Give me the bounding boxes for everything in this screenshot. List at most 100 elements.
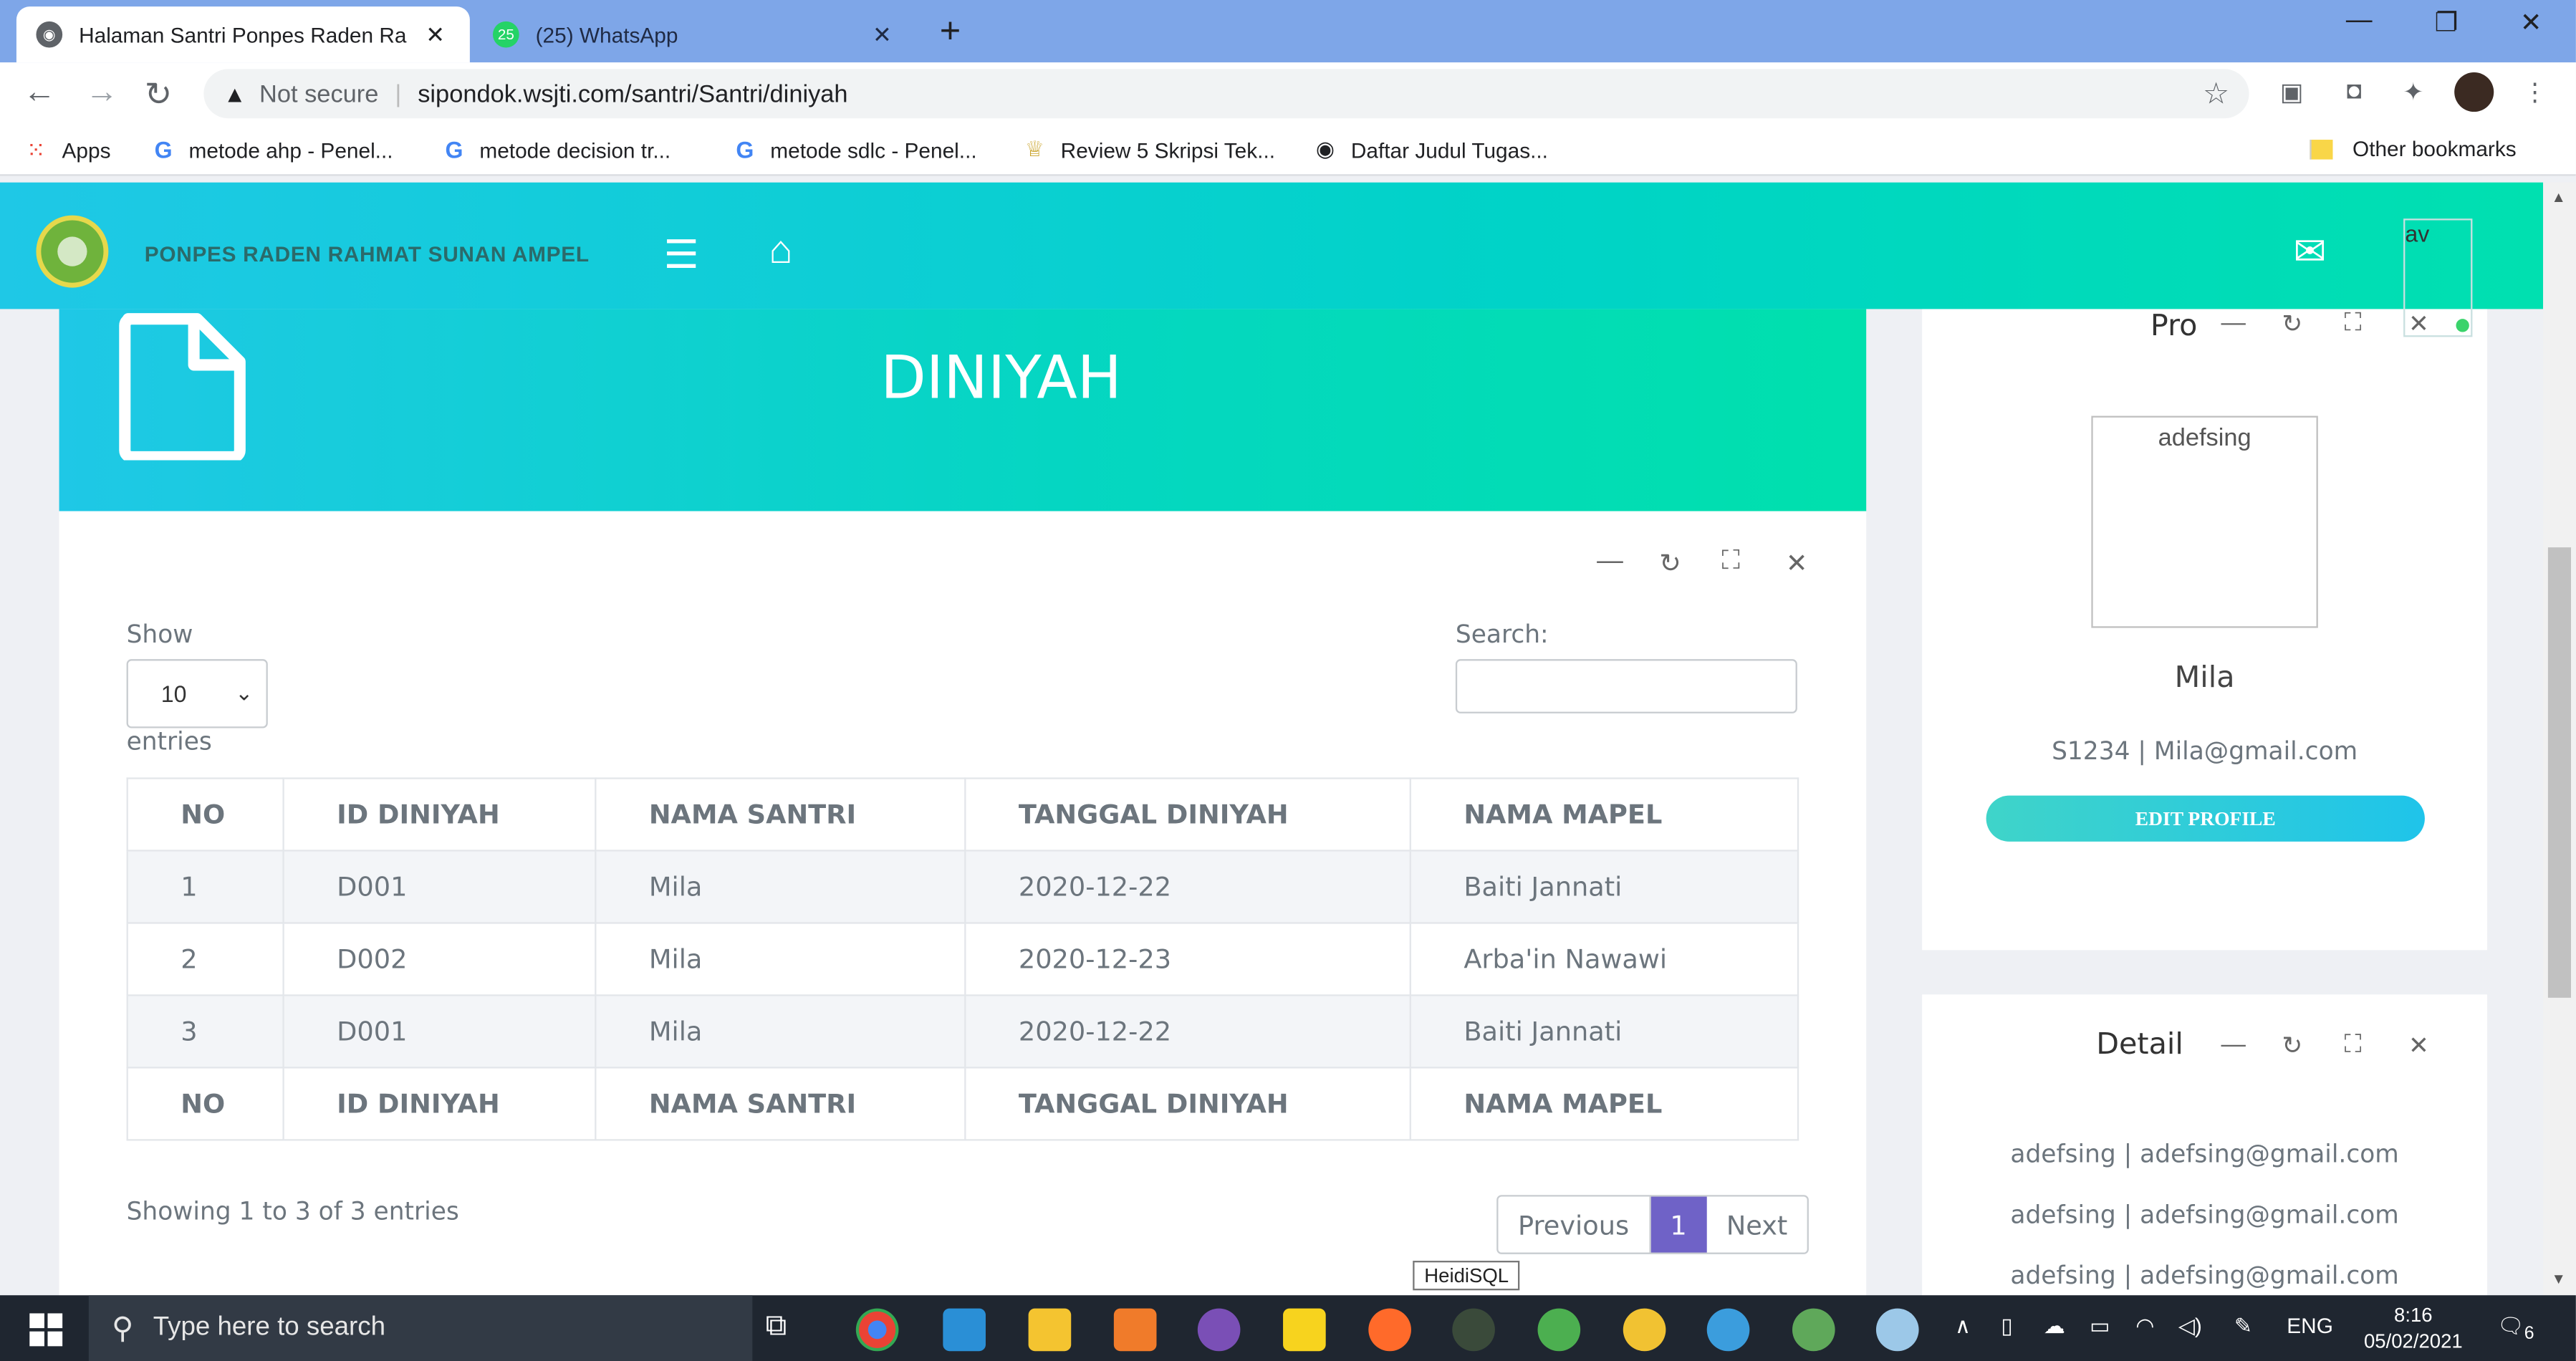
edit-profile-button[interactable]: EDIT PROFILE: [1986, 795, 2425, 842]
next-page-button[interactable]: Next: [1706, 1197, 1807, 1253]
chrome-profile-avatar[interactable]: [2454, 72, 2494, 112]
other-bookmarks[interactable]: Other bookmarks: [2310, 136, 2517, 161]
github-desktop-icon[interactable]: [1197, 1308, 1241, 1352]
firefox-icon[interactable]: [1368, 1308, 1411, 1352]
task-view-icon[interactable]: ⧉: [766, 1309, 809, 1352]
extension-icon[interactable]: ▣: [2277, 77, 2307, 107]
brand-name: PONPES RADEN RAHMAT SUNAN AMPEL: [144, 241, 590, 266]
close-card-icon[interactable]: ✕: [2408, 1031, 2429, 1060]
minimize-card-icon[interactable]: —: [1597, 547, 1623, 577]
footer-no: NO: [126, 1067, 284, 1141]
reload-icon[interactable]: ↻: [145, 74, 172, 115]
cell-tanggal-diniyah: 2020-12-22: [964, 994, 1411, 1069]
language-indicator[interactable]: ENG: [2287, 1313, 2333, 1337]
taskbar-search-box[interactable]: ⚲ Type here to search: [88, 1295, 753, 1361]
more-menu-icon[interactable]: ⋮: [2520, 77, 2549, 107]
page-content: DINIYAH — ↻ ⛶ ✕ Show 10 ⌄ entries Search…: [0, 309, 2544, 1324]
file-explorer-icon[interactable]: [1028, 1308, 1072, 1352]
column-header-tanggal-diniyah[interactable]: TANGGAL DINIYAH: [964, 777, 1411, 852]
scrollbar-thumb[interactable]: [2547, 547, 2572, 998]
mail-icon[interactable]: ✉: [2293, 229, 2326, 276]
minimize-card-icon[interactable]: —: [2221, 309, 2246, 337]
column-header-nama-mapel[interactable]: NAMA MAPEL: [1409, 777, 1799, 852]
bookmark-daftar-judul[interactable]: ◉ Daftar Judul Tugas...: [1316, 136, 1548, 163]
earth-icon[interactable]: [1706, 1308, 1750, 1352]
minimize-window-icon[interactable]: —: [2346, 6, 2373, 36]
bookmark-metode-ahp[interactable]: G metode ahp - Penel...: [155, 136, 393, 163]
fullscreen-card-icon[interactable]: ⛶: [2345, 309, 2362, 337]
notification-count: 6: [2524, 1324, 2534, 1345]
column-header-no[interactable]: NO: [126, 777, 284, 852]
previous-page-button[interactable]: Previous: [1498, 1196, 1650, 1253]
column-header-id-diniyah[interactable]: ID DINIYAH: [282, 777, 597, 852]
bookmark-label: Review 5 Skripsi Tek...: [1060, 137, 1276, 163]
sticky-notes-icon[interactable]: [1283, 1308, 1326, 1352]
close-tab-icon[interactable]: ✕: [420, 21, 450, 49]
cell-tanggal-diniyah: 2020-12-22: [964, 850, 1411, 924]
pen-icon[interactable]: ✎: [2234, 1313, 2252, 1340]
fullscreen-card-icon[interactable]: ⛶: [1721, 547, 1740, 577]
tab-halaman-santri[interactable]: ◉ Halaman Santri Ponpes Raden Ra ✕: [16, 6, 470, 63]
new-tab-button[interactable]: +: [940, 10, 961, 53]
close-tab-icon[interactable]: ✕: [868, 21, 897, 49]
hamburger-menu-icon[interactable]: ☰: [663, 232, 698, 280]
heidisql-icon[interactable]: [1452, 1308, 1495, 1352]
scroll-down-arrow-icon[interactable]: ▼: [2551, 1271, 2565, 1287]
chrome-taskbar-icon[interactable]: [855, 1308, 899, 1352]
notifications-icon[interactable]: 🗨6: [2497, 1313, 2534, 1344]
restore-window-icon[interactable]: ❐: [2435, 6, 2459, 39]
volume-icon[interactable]: ◁): [2178, 1313, 2202, 1340]
close-window-icon[interactable]: ✕: [2520, 6, 2542, 39]
scroll-up-arrow-icon[interactable]: ▲: [2551, 189, 2565, 206]
tray-app-icon[interactable]: ▯: [2001, 1313, 2012, 1340]
diniyah-table: NO ID DINIYAH NAMA SANTRI TANGGAL DINIYA…: [126, 777, 1799, 1141]
back-arrow-icon[interactable]: ←: [23, 74, 56, 112]
forward-arrow-icon[interactable]: →: [85, 74, 118, 112]
table-footer-row: NO ID DINIYAH NAMA SANTRI TANGGAL DINIYA…: [126, 1067, 1799, 1141]
bookmark-review-skripsi[interactable]: ♕ Review 5 Skripsi Tek...: [1025, 136, 1275, 163]
camera-icon[interactable]: ◘: [2340, 77, 2369, 107]
onedrive-icon[interactable]: ☁: [2044, 1313, 2065, 1340]
url-text: sipondok.wsjti.com/santri/Santri/diniyah: [418, 80, 848, 108]
refresh-card-icon[interactable]: ↻: [2282, 309, 2302, 339]
cell-tanggal-diniyah: 2020-12-23: [964, 922, 1411, 996]
cell-nama-mapel: Baiti Jannati: [1409, 994, 1799, 1069]
puzzle-extensions-icon[interactable]: ✦: [2398, 77, 2428, 107]
diniyah-table-card: — ↻ ⛶ ✕ Show 10 ⌄ entries Search: NO ID …: [59, 511, 1867, 1317]
bookmark-label: metode decision tr...: [479, 137, 671, 163]
fullscreen-card-icon[interactable]: ⛶: [2345, 1031, 2362, 1059]
bookmark-apps[interactable]: ⁙ Apps: [27, 136, 111, 164]
windows-start-icon[interactable]: [29, 1313, 63, 1347]
home-icon[interactable]: ⌂: [769, 229, 792, 274]
avatar-alt-text: av: [2405, 220, 2430, 247]
cell-nama-mapel: Baiti Jannati: [1409, 850, 1799, 924]
xampp-icon[interactable]: [1113, 1308, 1157, 1352]
column-header-nama-santri[interactable]: NAMA SANTRI: [595, 777, 966, 852]
bookmark-metode-sdlc[interactable]: G metode sdlc - Penel...: [736, 136, 976, 163]
ponpes-logo[interactable]: [36, 215, 109, 288]
refresh-card-icon[interactable]: ↻: [1659, 547, 1681, 580]
page-1-button[interactable]: 1: [1650, 1196, 1707, 1253]
entries-per-page-select[interactable]: 10 ⌄: [126, 659, 268, 728]
page-scrollbar[interactable]: ▲ ▼: [2543, 182, 2576, 1296]
paint-icon[interactable]: [1875, 1308, 1919, 1352]
pagination: Previous 1 Next: [1496, 1195, 1810, 1254]
minimize-card-icon[interactable]: —: [2221, 1031, 2246, 1059]
bookmark-metode-decision[interactable]: G metode decision tr...: [445, 136, 671, 163]
battery-icon[interactable]: ▭: [2090, 1313, 2110, 1340]
mf-app-icon[interactable]: [1623, 1308, 1666, 1352]
search-input[interactable]: [1455, 659, 1797, 713]
wifi-icon[interactable]: ◠: [2135, 1313, 2154, 1340]
taskbar-clock[interactable]: 8:16 05/02/2021: [2349, 1302, 2477, 1354]
close-card-icon[interactable]: ✕: [1786, 547, 1808, 580]
app-icon[interactable]: [1792, 1308, 1835, 1352]
tab-title: (25) WhatsApp: [535, 21, 678, 47]
address-bar[interactable]: ▲ Not secure | sipondok.wsjti.com/santri…: [203, 69, 2249, 119]
vscode-taskbar-icon[interactable]: [943, 1308, 986, 1352]
qgis-icon[interactable]: [1537, 1308, 1581, 1352]
tray-chevron-up-icon[interactable]: ∧: [1955, 1313, 1971, 1340]
tab-whatsapp[interactable]: 25 (25) WhatsApp ✕: [473, 6, 916, 62]
table-row: 3 D001 Mila 2020-12-22 Baiti Jannati: [126, 994, 1799, 1069]
refresh-card-icon[interactable]: ↻: [2282, 1031, 2302, 1060]
bookmark-star-icon[interactable]: ☆: [2203, 77, 2229, 111]
